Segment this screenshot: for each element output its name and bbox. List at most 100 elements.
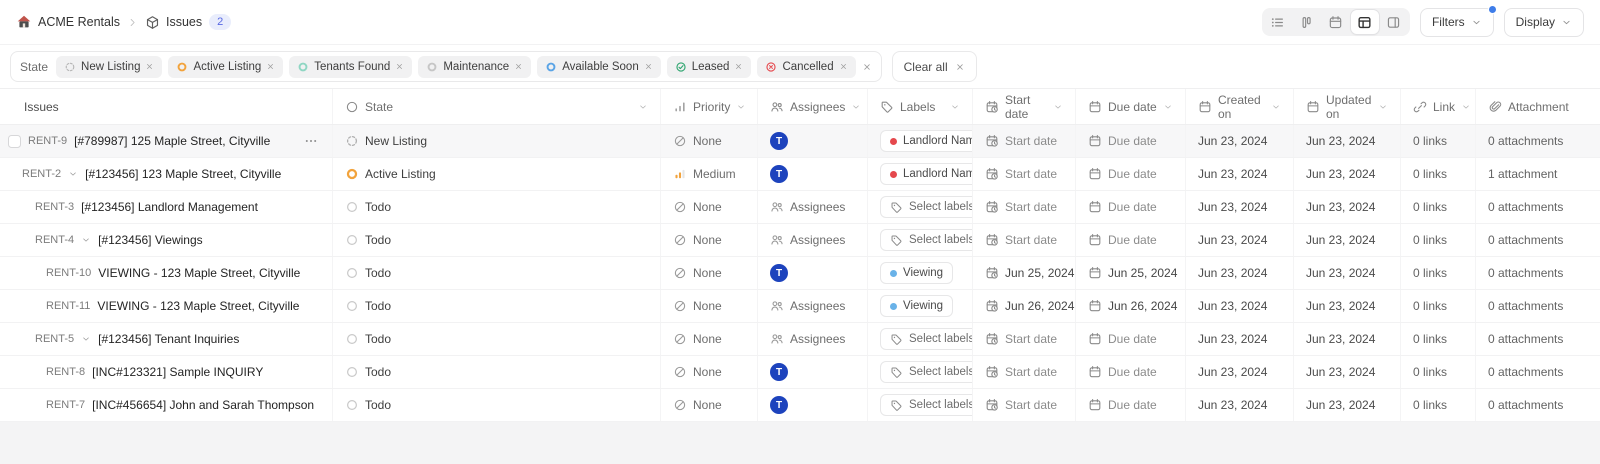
start-date-cell[interactable]: Start date	[972, 224, 1075, 256]
panel-view-button[interactable]	[1380, 10, 1408, 34]
labels-cell[interactable]: Select labels	[867, 224, 972, 256]
start-date-cell[interactable]: Start date	[972, 125, 1075, 157]
label-chip[interactable]: Landlord Name 1	[880, 163, 972, 185]
labels-cell[interactable]: Viewing	[867, 257, 972, 289]
column-header-start[interactable]: Start date	[972, 89, 1075, 124]
chip-close-icon[interactable]	[395, 62, 404, 71]
state-cell[interactable]: Todo	[332, 191, 660, 223]
board-view-button[interactable]	[1293, 10, 1321, 34]
filter-chip[interactable]: Available Soon	[537, 56, 661, 78]
state-cell[interactable]: New Listing	[332, 125, 660, 157]
issue-cell[interactable]: RENT-3[#123456] Landlord Management	[0, 191, 332, 223]
updated-on-cell[interactable]: Jun 23, 2024	[1293, 389, 1400, 421]
due-date-cell[interactable]: Due date	[1075, 356, 1185, 388]
chip-close-icon[interactable]	[734, 62, 743, 71]
labels-cell[interactable]: Landlord Name 1	[867, 125, 972, 157]
issue-row[interactable]: RENT-10VIEWING - 123 Maple Street, Cityv…	[0, 257, 1600, 290]
assignee-avatar[interactable]: T	[770, 165, 788, 183]
calendar-view-button[interactable]	[1322, 10, 1350, 34]
updated-on-cell[interactable]: Jun 23, 2024	[1293, 356, 1400, 388]
assignees-cell[interactable]: Assignees	[757, 191, 867, 223]
issue-row[interactable]: RENT-8[INC#123321] Sample INQUIRYTodoNon…	[0, 356, 1600, 389]
breadcrumb-section[interactable]: Issues	[145, 15, 202, 30]
attachments-cell[interactable]: 0 attachments	[1475, 125, 1600, 157]
labels-cell[interactable]: Landlord Name 1	[867, 158, 972, 190]
created-on-cell[interactable]: Jun 23, 2024	[1185, 290, 1293, 322]
attachments-cell[interactable]: 0 attachments	[1475, 323, 1600, 355]
start-date-cell[interactable]: Jun 26, 2024	[972, 290, 1075, 322]
assignees-cell[interactable]: Assignees	[757, 323, 867, 355]
labels-cell[interactable]: Select labels	[867, 191, 972, 223]
issue-row[interactable]: RENT-4[#123456] ViewingsTodoNoneAssignee…	[0, 224, 1600, 257]
issue-cell[interactable]: RENT-5[#123456] Tenant Inquiries	[0, 323, 332, 355]
start-date-cell[interactable]: Start date	[972, 389, 1075, 421]
filter-chip[interactable]: Leased	[667, 56, 752, 78]
links-cell[interactable]: 0 links	[1400, 224, 1475, 256]
chip-close-icon[interactable]	[514, 62, 523, 71]
attachments-cell[interactable]: 0 attachments	[1475, 224, 1600, 256]
issue-cell[interactable]: RENT-7[INC#456654] John and Sarah Thomps…	[0, 389, 332, 421]
start-date-cell[interactable]: Jun 25, 2024	[972, 257, 1075, 289]
expand-chevron-icon[interactable]	[81, 235, 91, 245]
column-header-created[interactable]: Created on	[1185, 89, 1293, 124]
start-date-cell[interactable]: Start date	[972, 191, 1075, 223]
column-header-link[interactable]: Link	[1400, 89, 1475, 124]
created-on-cell[interactable]: Jun 23, 2024	[1185, 356, 1293, 388]
due-date-cell[interactable]: Due date	[1075, 323, 1185, 355]
state-cell[interactable]: Todo	[332, 224, 660, 256]
links-cell[interactable]: 0 links	[1400, 323, 1475, 355]
links-cell[interactable]: 0 links	[1400, 356, 1475, 388]
chip-close-icon[interactable]	[145, 62, 154, 71]
chip-close-icon[interactable]	[266, 62, 275, 71]
links-cell[interactable]: 0 links	[1400, 125, 1475, 157]
links-cell[interactable]: 0 links	[1400, 290, 1475, 322]
labels-cell[interactable]: Select labels	[867, 323, 972, 355]
clear-all-button[interactable]: Clear all	[892, 51, 977, 82]
priority-cell[interactable]: None	[660, 191, 757, 223]
due-date-cell[interactable]: Due date	[1075, 191, 1185, 223]
column-header-priority[interactable]: Priority	[660, 89, 757, 124]
due-date-cell[interactable]: Due date	[1075, 125, 1185, 157]
column-header-updated[interactable]: Updated on	[1293, 89, 1400, 124]
expand-chevron-icon[interactable]	[81, 334, 91, 344]
due-date-cell[interactable]: Jun 26, 2024	[1075, 290, 1185, 322]
created-on-cell[interactable]: Jun 23, 2024	[1185, 389, 1293, 421]
attachments-cell[interactable]: 0 attachments	[1475, 191, 1600, 223]
priority-cell[interactable]: None	[660, 323, 757, 355]
issue-cell[interactable]: RENT-9[#789987] 125 Maple Street, Cityvi…	[0, 125, 332, 157]
updated-on-cell[interactable]: Jun 23, 2024	[1293, 257, 1400, 289]
attachments-cell[interactable]: 0 attachments	[1475, 356, 1600, 388]
priority-cell[interactable]: None	[660, 356, 757, 388]
label-chip[interactable]: Viewing	[880, 262, 953, 284]
column-header-assignees[interactable]: Assignees	[757, 89, 867, 124]
column-header-state[interactable]: State	[332, 89, 660, 124]
links-cell[interactable]: 0 links	[1400, 389, 1475, 421]
assignees-cell[interactable]: Assignees	[757, 290, 867, 322]
assignee-avatar[interactable]: T	[770, 132, 788, 150]
expand-chevron-icon[interactable]	[68, 169, 78, 179]
breadcrumb-workspace[interactable]: ACME Rentals	[16, 14, 120, 30]
label-chip[interactable]: Landlord Name 1	[880, 130, 972, 152]
assignees-cell[interactable]: T	[757, 356, 867, 388]
label-chip[interactable]: Viewing	[880, 295, 953, 317]
row-checkbox[interactable]	[8, 135, 21, 148]
filters-button[interactable]: Filters	[1420, 8, 1494, 37]
updated-on-cell[interactable]: Jun 23, 2024	[1293, 224, 1400, 256]
filter-chip[interactable]: Active Listing	[168, 56, 283, 78]
priority-cell[interactable]: None	[660, 290, 757, 322]
assignee-avatar[interactable]: T	[770, 264, 788, 282]
column-header-issue[interactable]: Issues	[0, 89, 332, 124]
filter-chip[interactable]: Tenants Found	[289, 56, 412, 78]
state-cell[interactable]: Todo	[332, 356, 660, 388]
column-header-attachment[interactable]: Attachment	[1475, 89, 1600, 124]
due-date-cell[interactable]: Due date	[1075, 224, 1185, 256]
start-date-cell[interactable]: Start date	[972, 323, 1075, 355]
due-date-cell[interactable]: Jun 25, 2024	[1075, 257, 1185, 289]
updated-on-cell[interactable]: Jun 23, 2024	[1293, 290, 1400, 322]
created-on-cell[interactable]: Jun 23, 2024	[1185, 323, 1293, 355]
select-labels-button[interactable]: Select labels	[880, 328, 972, 350]
filter-chip[interactable]: Cancelled	[757, 56, 855, 78]
due-date-cell[interactable]: Due date	[1075, 389, 1185, 421]
select-labels-button[interactable]: Select labels	[880, 361, 972, 383]
updated-on-cell[interactable]: Jun 23, 2024	[1293, 323, 1400, 355]
